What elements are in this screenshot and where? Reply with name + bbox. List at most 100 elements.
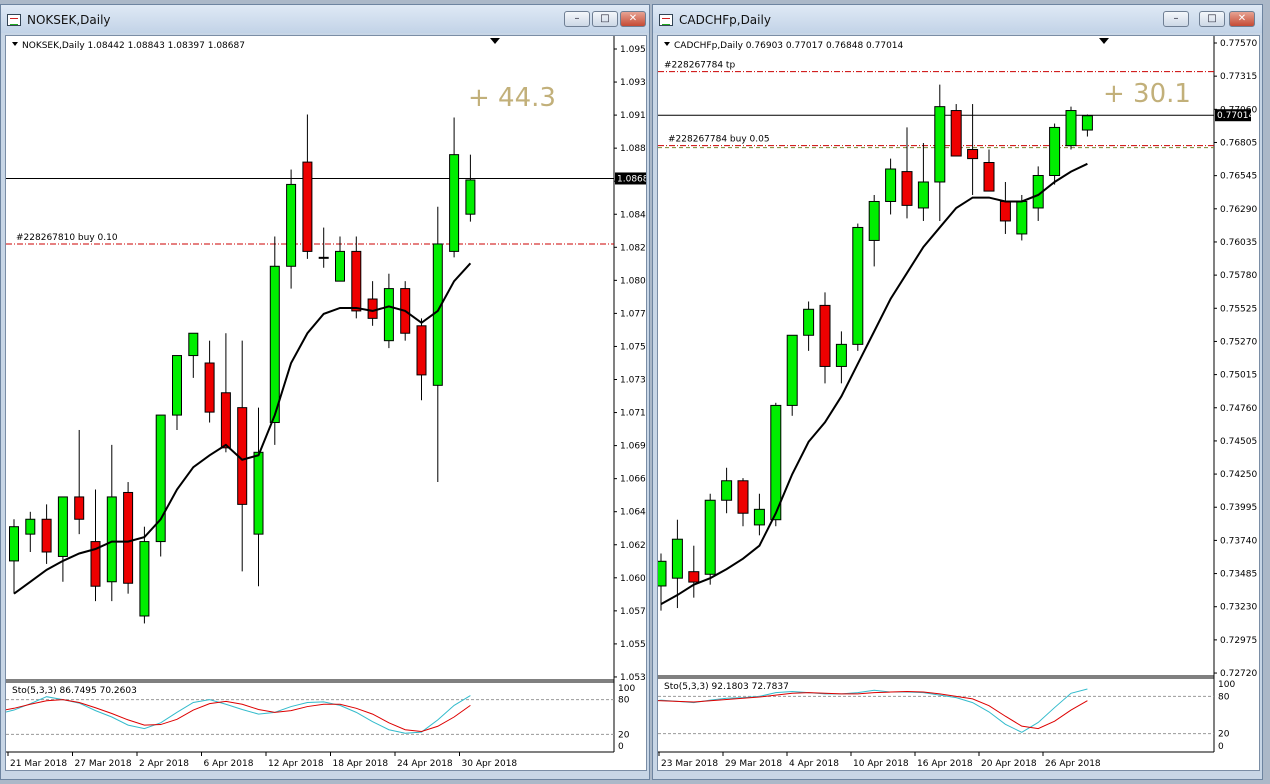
profit-label: + 30.1 [1103,79,1191,109]
candle-body [188,332,199,357]
title-bar[interactable]: NOKSEK,Daily – □ ✕ [1,5,649,33]
chart-window-icon [659,14,673,26]
price-axis-label: 1.0557 [620,640,646,650]
date-axis-label: 10 Apr 2018 [853,759,909,769]
chart-area[interactable]: 0.775700.773150.770600.768050.765450.762… [657,35,1260,771]
stoch-level-label: 80 [618,696,630,706]
price-axis-label: 1.0645 [620,508,646,518]
tp-line-label: #228267784 tp [664,61,735,71]
candle-body [737,480,749,514]
candle-body [1049,126,1061,176]
date-axis-label: 18 Apr 2018 [333,759,389,769]
candle-body [721,480,733,501]
candle-body [658,560,667,587]
candle-body [383,288,394,342]
candle-body [868,200,880,241]
chart-header: NOKSEK,Daily 1.08442 1.08843 1.08397 1.0… [22,41,245,51]
price-axis-label: 0.77315 [1220,72,1257,82]
candle-body [416,325,427,376]
maximize-button[interactable]: □ [592,11,618,27]
candle-body [803,308,815,336]
candle-body [9,526,19,562]
date-axis-label: 20 Apr 2018 [981,759,1037,769]
date-axis-label: 2 Apr 2018 [139,759,189,769]
price-axis-label: 1.0934 [620,78,646,88]
date-axis-label: 21 Mar 2018 [10,759,67,769]
chart-area[interactable]: 1.09561.09341.09121.08891.08671.08451.08… [5,35,647,771]
candle-body [318,256,329,259]
price-tag-label: 0.77014 [1217,111,1254,121]
price-axis-label: 0.74505 [1220,437,1257,447]
candle-body [41,518,52,553]
stoch-level-label: 0 [618,742,624,752]
stoch-signal-line [658,690,1088,730]
minimize-button[interactable]: – [1163,11,1189,27]
candle-body [367,298,378,319]
header-arrow-icon [12,42,18,46]
chart-window-icon [7,14,21,26]
candle-body [25,518,36,535]
window-title: CADCHFp,Daily [679,13,771,27]
chart-shift-marker [490,38,500,44]
date-axis-label: 6 Apr 2018 [204,759,254,769]
window-cadchfp[interactable]: CADCHFp,Daily – □ ✕ 0.775700.773150.7706… [652,4,1263,780]
close-button[interactable]: ✕ [1229,11,1255,27]
candle-body [465,179,476,215]
price-axis-label: 0.73485 [1220,570,1257,580]
candle-body [1081,115,1093,131]
candle-body [123,491,134,584]
price-axis-label: 0.72720 [1220,669,1257,679]
date-axis-label: 24 Apr 2018 [397,759,453,769]
chart-svg[interactable]: 0.775700.773150.770600.768050.765450.762… [658,36,1259,770]
order-line-label: #228267784 buy 0.05 [668,135,770,145]
candle-body [269,265,280,424]
price-axis-label: 0.76545 [1220,172,1257,182]
price-axis-label: 0.74760 [1220,404,1257,414]
date-axis-label: 4 Apr 2018 [789,759,839,769]
stoch-level-label: 100 [1218,680,1235,690]
price-axis-label: 0.76805 [1220,138,1257,148]
price-axis-label: 1.0778 [620,309,646,319]
stoch-level-label: 80 [1218,692,1230,702]
date-axis-label: 26 Apr 2018 [1045,759,1101,769]
price-axis-label: 0.73740 [1220,536,1257,546]
candle-body [852,226,864,345]
close-button[interactable]: ✕ [620,11,646,27]
chart-header: CADCHFp,Daily 0.76903 0.77017 0.76848 0.… [674,41,904,51]
candle-body [74,496,85,520]
candle-body [57,496,68,557]
price-axis-label: 1.0823 [620,243,646,253]
price-axis-label: 0.73995 [1220,503,1257,513]
date-axis-label: 12 Apr 2018 [268,759,324,769]
candle-body [449,154,460,252]
candle-body [688,571,700,583]
stoch-level-label: 0 [1218,742,1224,752]
minimize-button[interactable]: – [564,11,590,27]
price-axis-label: 1.0667 [620,475,646,485]
price-tag-label: 1.0868 [617,174,646,184]
candle-body [106,496,117,583]
window-title: NOKSEK,Daily [27,13,111,27]
candle-body [220,392,231,449]
price-axis-label: 1.0534 [620,673,646,683]
price-axis-label: 0.76290 [1220,205,1257,215]
candle-body [139,541,150,617]
title-bar[interactable]: CADCHFp,Daily – □ ✕ [653,5,1262,33]
chart-svg[interactable]: 1.09561.09341.09121.08891.08671.08451.08… [6,36,646,770]
price-axis-label: 0.74250 [1220,470,1257,480]
price-axis-label: 1.0601 [620,574,646,584]
candle-body [967,149,979,160]
candle-body [1016,200,1028,235]
price-axis-label: 1.0712 [620,409,646,419]
price-axis-label: 1.0756 [620,342,646,352]
candle-body [934,106,946,183]
candle-body [302,161,313,252]
chart-shift-marker [1099,38,1109,44]
stoch-signal-line [6,699,471,733]
window-noksek[interactable]: NOKSEK,Daily – □ ✕ 1.0956 1.0934 1.0912 1.0… [0,4,650,780]
candle-body [1065,110,1077,147]
candle-body [901,171,913,206]
price-axis-label: 0.75270 [1220,337,1257,347]
candle-body [885,168,897,202]
maximize-button[interactable]: □ [1199,11,1225,27]
